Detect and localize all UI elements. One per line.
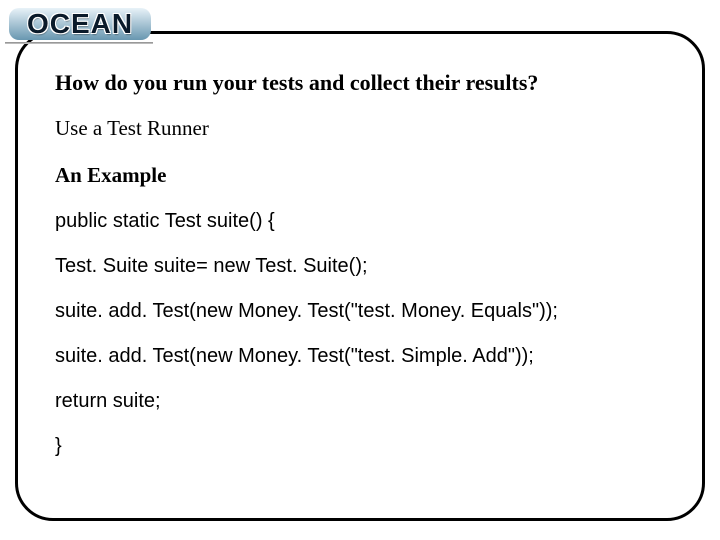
logo-inner: OCEAN xyxy=(9,8,151,40)
slide-frame xyxy=(15,31,705,521)
logo-underline xyxy=(5,42,153,44)
logo-text: OCEAN xyxy=(27,8,133,40)
logo: OCEAN xyxy=(5,4,155,44)
